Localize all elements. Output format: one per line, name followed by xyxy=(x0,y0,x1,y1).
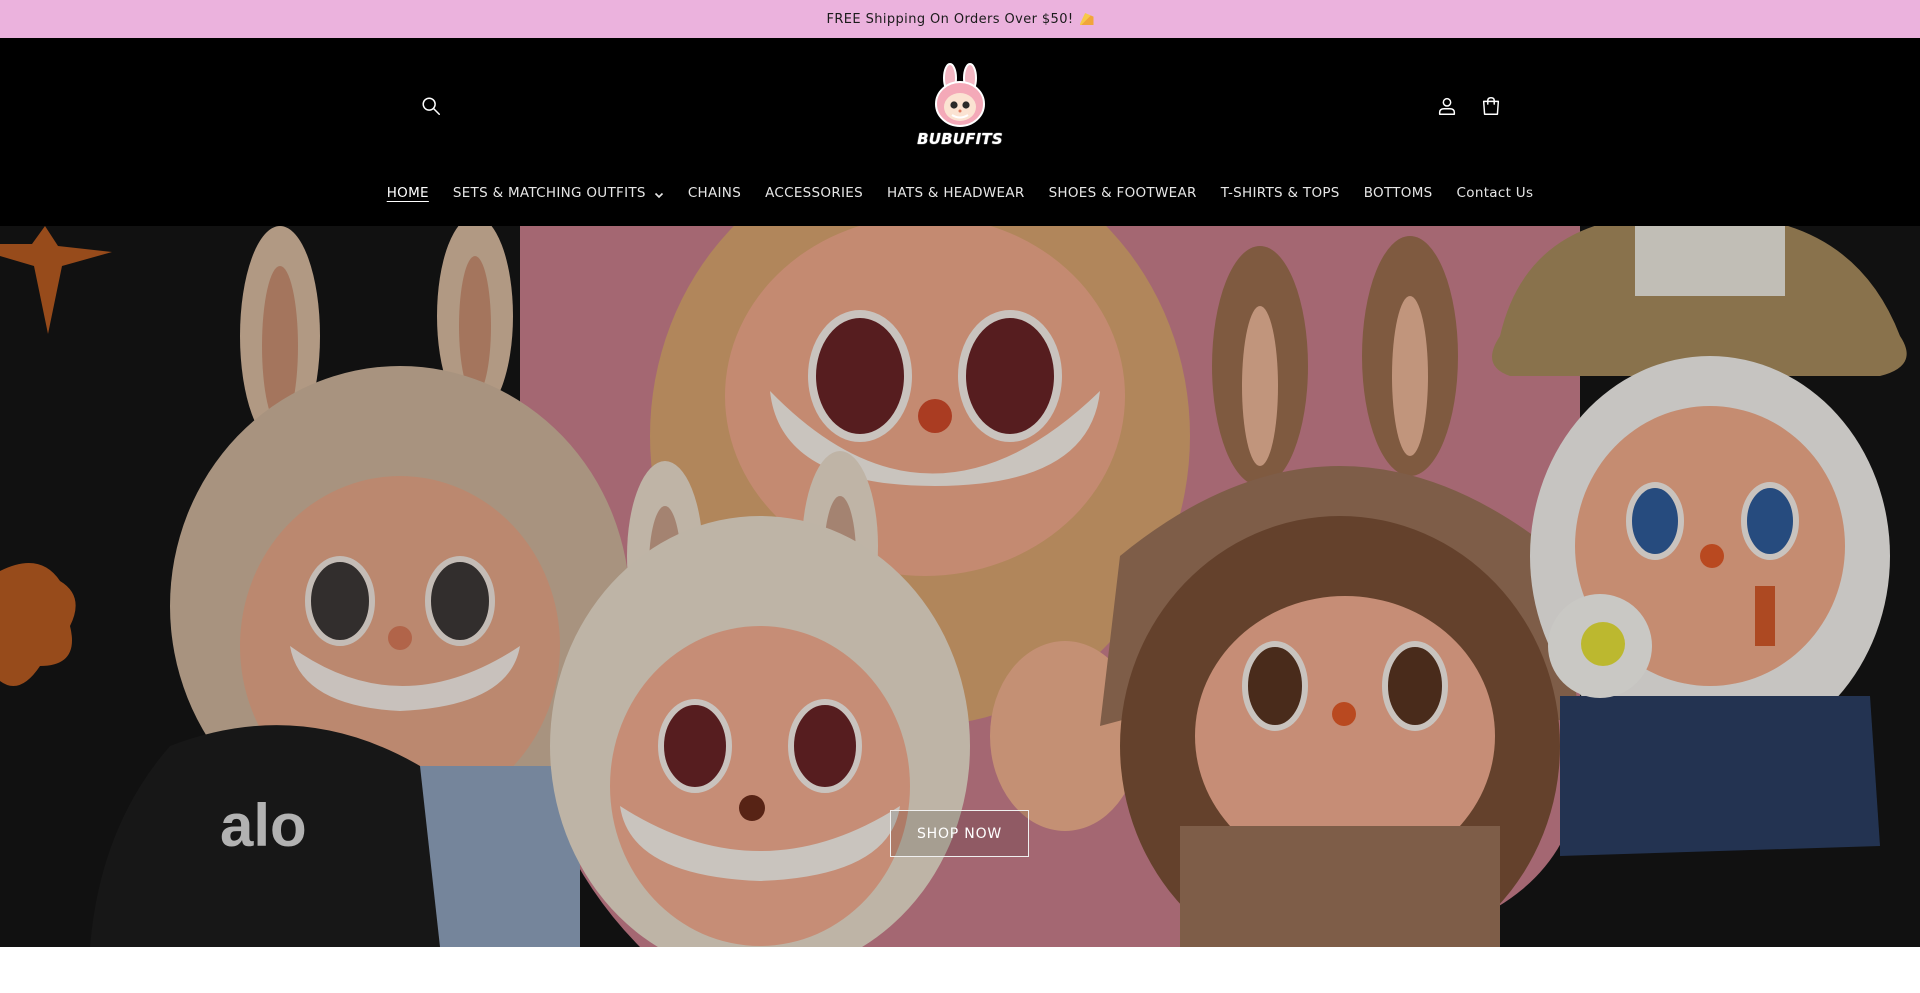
nav-item-label: SHOES & FOOTWEAR xyxy=(1048,185,1197,201)
logo-mascot-icon xyxy=(935,63,985,127)
nav-item-sets-matching-outfits[interactable]: SETS & MATCHING OUTFITS xyxy=(441,179,676,207)
nav-item-label: SETS & MATCHING OUTFITS xyxy=(452,185,646,201)
cheese-icon xyxy=(1079,13,1094,25)
hero-banner[interactable]: alo SHOP NOW xyxy=(0,226,1920,947)
nav-item-label: BOTTOMS xyxy=(1363,185,1433,201)
nav-item-accessories[interactable]: ACCESSORIES xyxy=(753,179,875,207)
nav-item-contact-us[interactable]: Contact Us xyxy=(1445,179,1546,207)
nav-item-shoes-footwear[interactable]: SHOES & FOOTWEAR xyxy=(1037,179,1209,207)
logo-text: BUBUFITS xyxy=(917,130,1003,148)
nav-item-hats-headwear[interactable]: HATS & HEADWEAR xyxy=(875,179,1037,207)
nav-item-label: HATS & HEADWEAR xyxy=(886,185,1025,201)
nav-item-bottoms[interactable]: BOTTOMS xyxy=(1352,179,1445,207)
main-nav: HOME SETS & MATCHING OUTFITS CHAINS ACCE… xyxy=(0,176,1920,210)
nav-item-home[interactable]: HOME xyxy=(375,179,441,207)
nav-item-label: Contact Us xyxy=(1456,185,1534,201)
site-header: BUBUFITS HOME SETS & MATCHING OUTFITS CH… xyxy=(0,38,1920,226)
announcement-text: FREE Shipping On Orders Over $50! xyxy=(826,11,1074,27)
nav-item-label: ACCESSORIES xyxy=(765,185,863,201)
nav-item-label: T-SHIRTS & TOPS xyxy=(1220,185,1340,201)
chevron-down-icon xyxy=(654,188,664,199)
cart-icon[interactable] xyxy=(1478,93,1504,119)
announcement-bar: FREE Shipping On Orders Over $50! xyxy=(0,0,1920,38)
nav-item-chains[interactable]: CHAINS xyxy=(676,179,753,207)
nav-item-label: CHAINS xyxy=(687,185,742,201)
account-icon[interactable] xyxy=(1434,93,1460,119)
site-logo[interactable]: BUBUFITS xyxy=(914,62,1006,156)
page-below-hero xyxy=(0,947,1920,993)
search-icon[interactable] xyxy=(418,93,444,119)
shop-now-button[interactable]: SHOP NOW xyxy=(890,810,1029,857)
nav-item-tshirts-tops[interactable]: T-SHIRTS & TOPS xyxy=(1209,179,1352,207)
nav-item-label: HOME xyxy=(386,185,429,201)
